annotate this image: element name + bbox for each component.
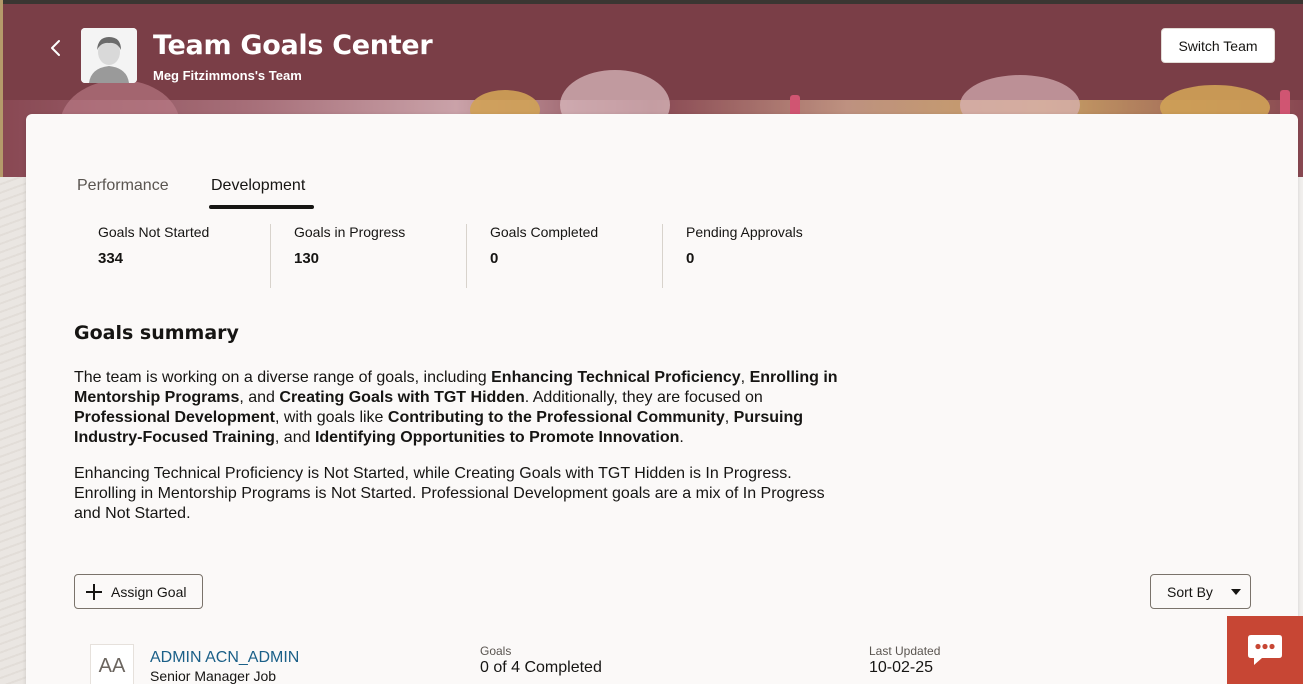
summary-goal-highlight: Identifying Opportunities to Promote Inn… bbox=[314, 429, 680, 446]
metric-label: Goals Not Started bbox=[98, 224, 210, 240]
goals-summary-paragraph-1: The team is working on a diverse range o… bbox=[74, 368, 849, 448]
tab-development[interactable]: Development bbox=[211, 177, 305, 195]
summary-goal-highlight: Enhancing Technical Proficiency bbox=[491, 369, 741, 386]
person-avatar-icon bbox=[81, 28, 137, 83]
summary-text: , bbox=[740, 369, 750, 386]
metric-value: 130 bbox=[294, 250, 320, 267]
tab-performance[interactable]: Performance bbox=[77, 177, 169, 195]
metric-divider bbox=[466, 224, 467, 288]
metric-value: 0 bbox=[686, 250, 695, 267]
summary-text: , bbox=[724, 409, 734, 426]
goals-column-label: Goals bbox=[480, 644, 512, 658]
metric-label: Goals Completed bbox=[490, 224, 599, 240]
member-initials-avatar: AA bbox=[90, 644, 134, 684]
summary-text: , and bbox=[274, 429, 315, 446]
last-updated-value: 10-02-25 bbox=[869, 659, 934, 676]
member-name-link[interactable]: ADMIN ACN_ADMIN bbox=[150, 649, 299, 667]
last-updated-label: Last Updated bbox=[869, 644, 941, 658]
summary-goal-highlight: Professional Development bbox=[74, 409, 275, 426]
switch-team-button[interactable]: Switch Team bbox=[1161, 28, 1275, 63]
assign-goal-button[interactable]: Assign Goal bbox=[74, 574, 203, 609]
summary-goal-highlight: Contributing to the Professional Communi… bbox=[387, 409, 725, 426]
metric-goals-not-started: Goals Not Started 334 bbox=[98, 224, 209, 288]
metric-goals-in-progress: Goals in Progress 130 bbox=[294, 224, 405, 288]
summary-goal-highlight: Creating Goals with TGT Hidden bbox=[279, 389, 525, 406]
team-subtitle: Meg Fitzimmons's Team bbox=[153, 68, 302, 83]
metric-divider bbox=[662, 224, 663, 288]
chevron-left-icon bbox=[51, 40, 60, 56]
active-tab-indicator bbox=[209, 205, 314, 209]
main-content-card: Performance Development Goals Not Starte… bbox=[26, 114, 1298, 684]
metric-divider bbox=[270, 224, 271, 288]
chat-bubble-icon bbox=[1248, 635, 1282, 665]
metric-pending-approvals: Pending Approvals 0 bbox=[686, 224, 803, 288]
sort-by-label: Sort By bbox=[1167, 583, 1213, 600]
metric-value: 334 bbox=[98, 250, 124, 267]
caret-down-icon bbox=[1230, 588, 1241, 595]
goals-summary-title: Goals summary bbox=[74, 322, 239, 344]
background-pattern bbox=[0, 177, 26, 684]
metric-label: Goals in Progress bbox=[294, 224, 406, 240]
goals-column-value: 0 of 4 Completed bbox=[480, 659, 602, 676]
metric-value: 0 bbox=[490, 250, 499, 267]
sort-by-dropdown[interactable]: Sort By bbox=[1150, 574, 1251, 609]
chat-button[interactable] bbox=[1227, 616, 1303, 684]
summary-text: . Additionally, they are focused on bbox=[524, 389, 763, 406]
back-button[interactable] bbox=[42, 34, 70, 62]
summary-text: . bbox=[679, 429, 684, 446]
team-avatar bbox=[81, 28, 137, 83]
page-title: Team Goals Center bbox=[153, 30, 433, 61]
summary-text: , and bbox=[239, 389, 280, 406]
metric-goals-completed: Goals Completed 0 bbox=[490, 224, 598, 288]
summary-text: The team is working on a diverse range o… bbox=[74, 369, 492, 386]
metric-label: Pending Approvals bbox=[686, 224, 803, 240]
member-job: Senior Manager Job bbox=[150, 668, 277, 684]
plus-icon bbox=[86, 583, 102, 600]
assign-goal-label: Assign Goal bbox=[111, 583, 187, 600]
summary-text: , with goals like bbox=[274, 409, 388, 426]
goals-summary-paragraph-2: Enhancing Technical Proficiency is Not S… bbox=[74, 465, 825, 522]
